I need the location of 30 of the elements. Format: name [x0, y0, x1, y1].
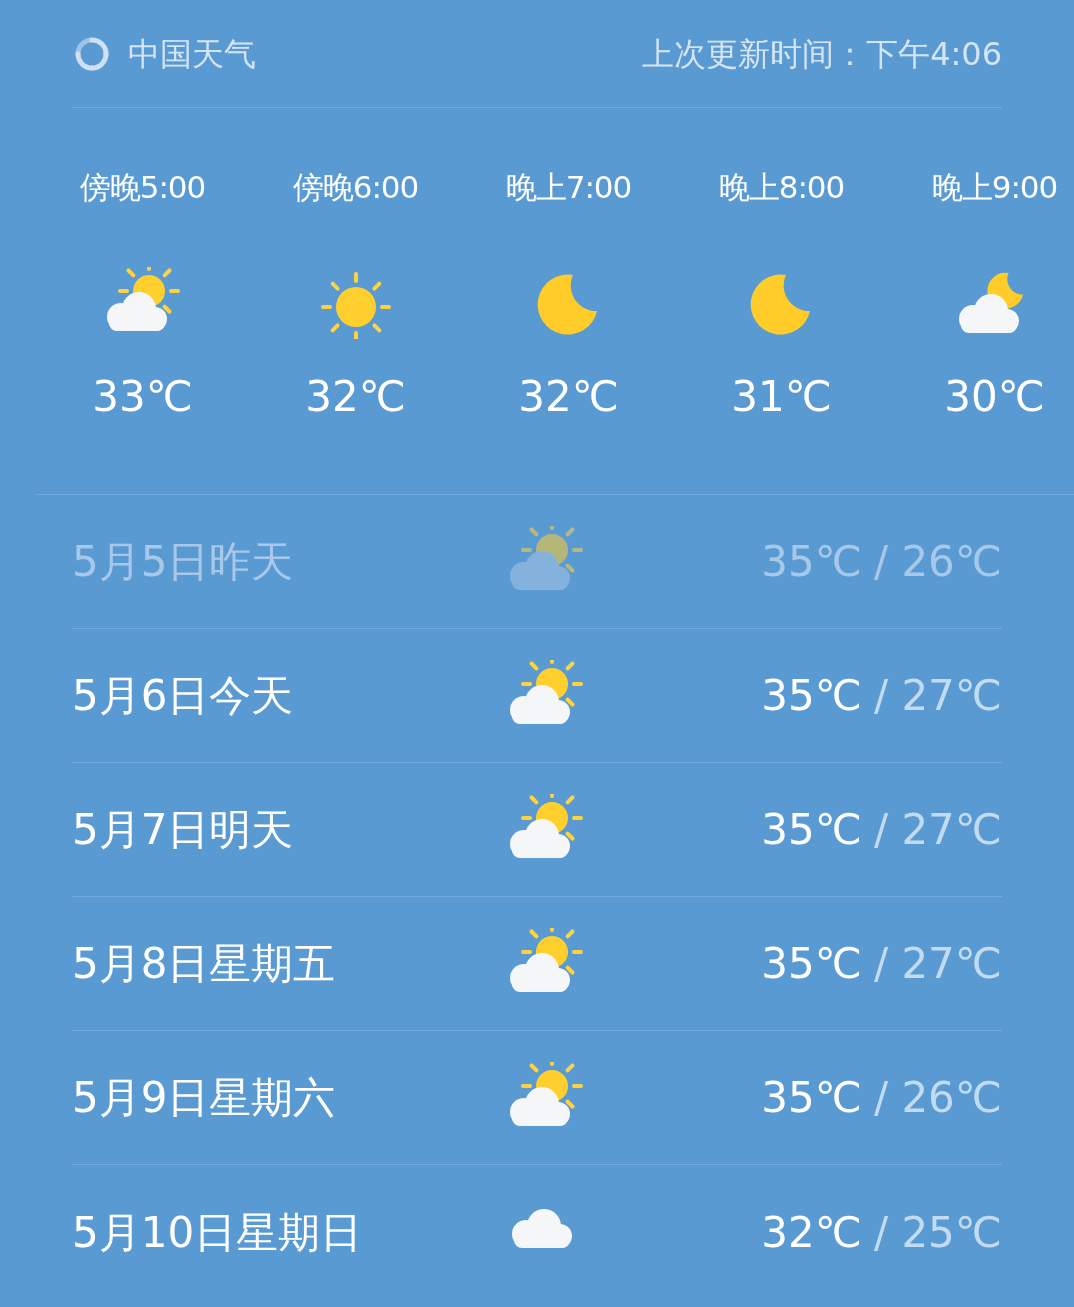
high-temperature: 35℃ [761, 670, 862, 722]
low-temperature: / 27℃ [873, 670, 1002, 722]
high-temperature: 32℃ [761, 1206, 862, 1259]
day-label: 5月6日今天 [72, 670, 295, 722]
high-temperature: 35℃ [761, 804, 862, 856]
brand-name: 中国天气 [128, 33, 256, 75]
low-temperature: / 26℃ [873, 1072, 1002, 1124]
high-temperature: 35℃ [761, 938, 862, 990]
day-label: 5月7日明天 [72, 804, 295, 856]
low-temperature: / 27℃ [873, 804, 1002, 856]
hour-temperature: 33℃ [92, 370, 193, 423]
day-label: 5月5日昨天 [72, 536, 295, 588]
hour-temperature: 31℃ [731, 370, 832, 423]
day-label: 5月10日星期日 [72, 1206, 364, 1259]
hour-label: 晚上9:00 [931, 168, 1058, 207]
low-temperature: / 27℃ [873, 938, 1002, 990]
low-temperature: / 26℃ [873, 536, 1002, 588]
high-temperature: 35℃ [761, 536, 862, 588]
day-label: 5月8日星期五 [72, 938, 337, 990]
hour-temperature: 32℃ [518, 370, 619, 423]
high-temperature: 35℃ [761, 1072, 862, 1124]
hour-label: 傍晚6:00 [292, 168, 419, 207]
hour-temperature: 30℃ [944, 370, 1045, 423]
hour-label: 晚上7:00 [505, 168, 632, 207]
update-time: 上次更新时间：下午4:06 [642, 33, 1002, 75]
hour-label: 晚上8:00 [718, 168, 845, 207]
hour-label: 傍晚5:00 [79, 168, 206, 207]
hour-temperature: 32℃ [305, 370, 406, 423]
low-temperature: / 25℃ [873, 1206, 1002, 1259]
day-label: 5月9日星期六 [72, 1072, 337, 1124]
